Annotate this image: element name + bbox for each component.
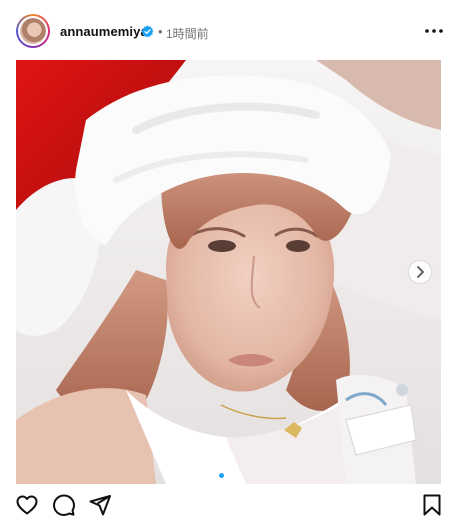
more-horizontal-icon[interactable] bbox=[424, 23, 444, 39]
chevron-right-icon bbox=[417, 266, 424, 278]
post-photo[interactable] bbox=[16, 60, 441, 484]
avatar-story-ring[interactable] bbox=[16, 14, 50, 48]
bookmark-icon[interactable] bbox=[420, 493, 444, 517]
send-icon[interactable] bbox=[88, 493, 112, 517]
avatar[interactable] bbox=[18, 16, 48, 46]
post-timestamp[interactable]: 1時間前 bbox=[166, 25, 209, 42]
carousel-dot-2 bbox=[232, 473, 238, 478]
heart-icon[interactable] bbox=[15, 493, 39, 517]
separator-dot: • bbox=[158, 24, 163, 39]
comment-icon[interactable] bbox=[52, 493, 76, 517]
avatar-image bbox=[20, 18, 46, 44]
verified-badge-icon bbox=[141, 25, 154, 38]
carousel-next-button[interactable] bbox=[409, 261, 431, 283]
username-link[interactable]: annaumemiya bbox=[60, 24, 148, 39]
post-action-bar bbox=[0, 493, 474, 521]
post-header: annaumemiya • 1時間前 bbox=[0, 0, 474, 60]
carousel-indicator bbox=[16, 465, 441, 478]
photo-illustration bbox=[16, 60, 441, 484]
